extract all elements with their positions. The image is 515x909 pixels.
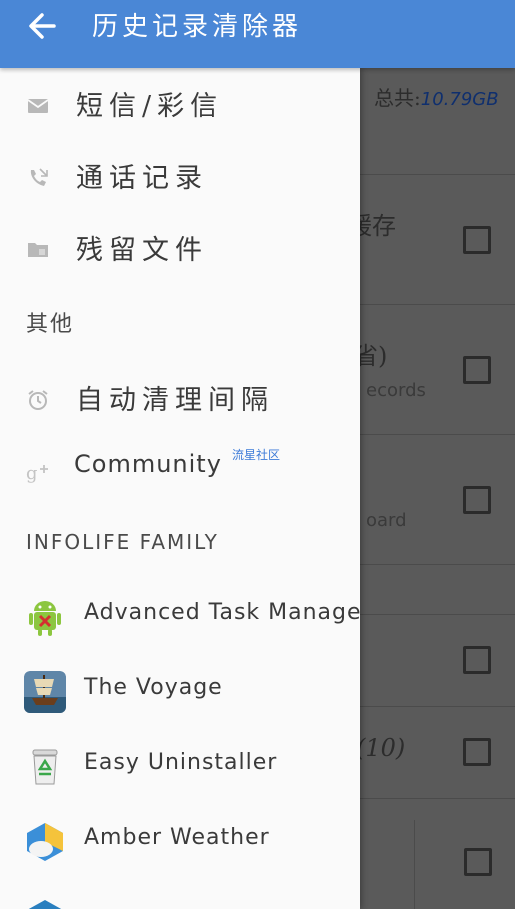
app-bar: 历史记录清除器 <box>0 0 515 68</box>
recycle-bin-icon <box>32 749 58 785</box>
drawer-item-community[interactable]: g Community <box>0 442 360 502</box>
checkbox[interactable] <box>463 486 491 514</box>
family-app-label: Advanced Task Manager <box>84 600 360 625</box>
list-row[interactable] <box>414 820 515 909</box>
drawer-item-label: 短信/彩信 <box>76 91 224 122</box>
family-app-label: Easy Uninstaller <box>84 750 278 775</box>
page-title: 历史记录清除器 <box>92 12 303 42</box>
list-row <box>360 564 515 615</box>
phone-call-icon <box>30 168 48 186</box>
section-header-other: 其他 <box>26 312 75 337</box>
family-app-label: Amber Weather <box>84 825 270 850</box>
family-app-label: The Voyage <box>84 675 223 700</box>
list-row[interactable]: 省) ecords <box>360 304 515 435</box>
google-plus-icon: g <box>26 463 48 484</box>
drawer-item-residual-files[interactable]: 残留文件 <box>0 220 360 280</box>
list-row[interactable]: 缓存 <box>360 174 515 305</box>
weather-cloud-icon <box>27 823 63 861</box>
checkbox[interactable] <box>463 356 491 384</box>
drawer-item-label: 残留文件 <box>76 235 208 266</box>
navigation-drawer: 短信/彩信 通话记录 残留文件 其他 自动清理间隔 g Community 流星… <box>0 68 360 909</box>
checkbox[interactable] <box>464 848 492 876</box>
checkbox[interactable] <box>463 226 491 254</box>
checkbox[interactable] <box>463 646 491 674</box>
list-row[interactable] <box>360 614 515 707</box>
family-app-advanced-task-manager[interactable]: Advanced Task Manager <box>0 586 360 650</box>
community-badge[interactable]: 流星社区 <box>232 446 280 463</box>
family-app-the-voyage[interactable]: The Voyage <box>0 661 360 725</box>
drawer-item-label: 通话记录 <box>76 163 208 194</box>
drawer-item-label: 自动清理间隔 <box>76 385 274 416</box>
app-icon <box>28 900 62 909</box>
list-row <box>360 68 515 175</box>
sailing-ship-icon <box>24 671 66 713</box>
checkbox[interactable] <box>463 738 491 766</box>
main-content-scrim[interactable]: 总共:10.79GB 缓存 省) ecords oard (10) <box>360 68 515 909</box>
family-app-partial[interactable] <box>0 886 360 909</box>
section-header-family: INFOLIFE FAMILY <box>26 530 219 554</box>
drawer-item-auto-clean-interval[interactable]: 自动清理间隔 <box>0 370 360 430</box>
list-row[interactable]: oard <box>360 434 515 565</box>
list-row[interactable]: (10) <box>360 706 515 799</box>
alarm-clock-icon <box>28 390 48 410</box>
family-app-easy-uninstaller[interactable]: Easy Uninstaller <box>0 736 360 800</box>
svg-text:g: g <box>26 463 38 484</box>
family-app-amber-weather[interactable]: Amber Weather <box>0 811 360 875</box>
mail-icon <box>27 99 49 113</box>
android-task-manager-icon <box>29 601 61 636</box>
folder-icon <box>28 243 48 257</box>
drawer-item-call-log[interactable]: 通话记录 <box>0 148 360 208</box>
drawer-item-label: Community <box>74 450 222 478</box>
arrow-left-icon[interactable] <box>24 8 60 44</box>
drawer-item-sms[interactable]: 短信/彩信 <box>0 76 360 136</box>
